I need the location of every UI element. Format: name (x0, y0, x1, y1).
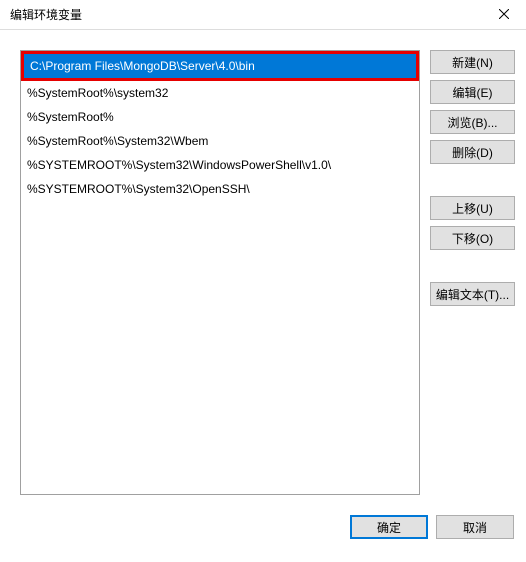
new-button[interactable]: 新建(N) (430, 50, 515, 74)
edit-button[interactable]: 编辑(E) (430, 80, 515, 104)
highlighted-row: C:\Program Files\MongoDB\Server\4.0\bin (21, 51, 419, 81)
list-item[interactable]: %SystemRoot%\system32 (21, 81, 419, 105)
move-up-button[interactable]: 上移(U) (430, 196, 515, 220)
list-item[interactable]: C:\Program Files\MongoDB\Server\4.0\bin (24, 54, 416, 78)
close-icon (499, 6, 509, 24)
close-button[interactable] (481, 0, 526, 30)
ok-button[interactable]: 确定 (350, 515, 428, 539)
spacer (430, 256, 515, 276)
window-title: 编辑环境变量 (10, 6, 481, 23)
list-item[interactable]: %SYSTEMROOT%\System32\WindowsPowerShell\… (21, 153, 419, 177)
delete-button[interactable]: 删除(D) (430, 140, 515, 164)
path-listbox[interactable]: C:\Program Files\MongoDB\Server\4.0\bin … (20, 50, 420, 495)
footer: 确定 取消 (0, 505, 526, 551)
browse-button[interactable]: 浏览(B)... (430, 110, 515, 134)
list-item[interactable]: %SystemRoot% (21, 105, 419, 129)
cancel-button[interactable]: 取消 (436, 515, 514, 539)
list-item[interactable]: %SYSTEMROOT%\System32\OpenSSH\ (21, 177, 419, 201)
button-column: 新建(N) 编辑(E) 浏览(B)... 删除(D) 上移(U) 下移(O) 编… (430, 50, 515, 495)
content-area: C:\Program Files\MongoDB\Server\4.0\bin … (0, 30, 526, 505)
titlebar: 编辑环境变量 (0, 0, 526, 30)
edit-text-button[interactable]: 编辑文本(T)... (430, 282, 515, 306)
spacer (430, 170, 515, 190)
list-item[interactable]: %SystemRoot%\System32\Wbem (21, 129, 419, 153)
move-down-button[interactable]: 下移(O) (430, 226, 515, 250)
